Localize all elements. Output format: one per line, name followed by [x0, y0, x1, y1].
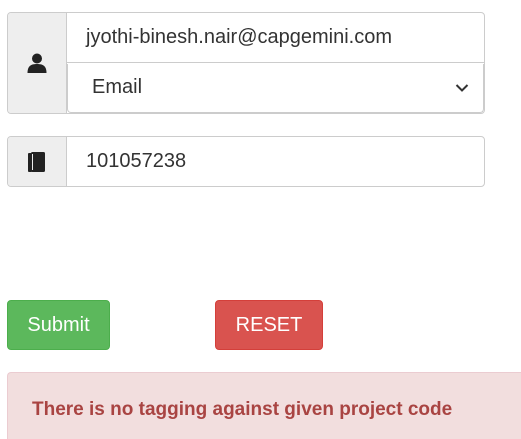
- type-select[interactable]: Email: [67, 63, 484, 113]
- page: jyothi-binesh.nair@capgemini.com Email 1…: [0, 0, 521, 439]
- type-select-value: Email: [92, 76, 143, 99]
- user-input-group: jyothi-binesh.nair@capgemini.com Email: [7, 12, 485, 114]
- alert-message: There is no tagging against given projec…: [32, 399, 453, 420]
- submit-button[interactable]: Submit: [7, 300, 110, 350]
- project-addon: [8, 137, 67, 186]
- user-icon: [27, 53, 47, 73]
- book-icon: [28, 151, 45, 172]
- project-code-field[interactable]: 101057238: [67, 137, 484, 186]
- project-code-group: 101057238: [7, 136, 485, 187]
- user-addon: [8, 13, 67, 113]
- error-alert: There is no tagging against given projec…: [7, 372, 521, 439]
- reset-button[interactable]: RESET: [215, 300, 323, 350]
- project-fields: 101057238: [67, 137, 484, 186]
- user-fields: jyothi-binesh.nair@capgemini.com Email: [67, 13, 484, 113]
- email-field[interactable]: jyothi-binesh.nair@capgemini.com: [67, 13, 484, 63]
- chevron-down-icon: [455, 84, 469, 92]
